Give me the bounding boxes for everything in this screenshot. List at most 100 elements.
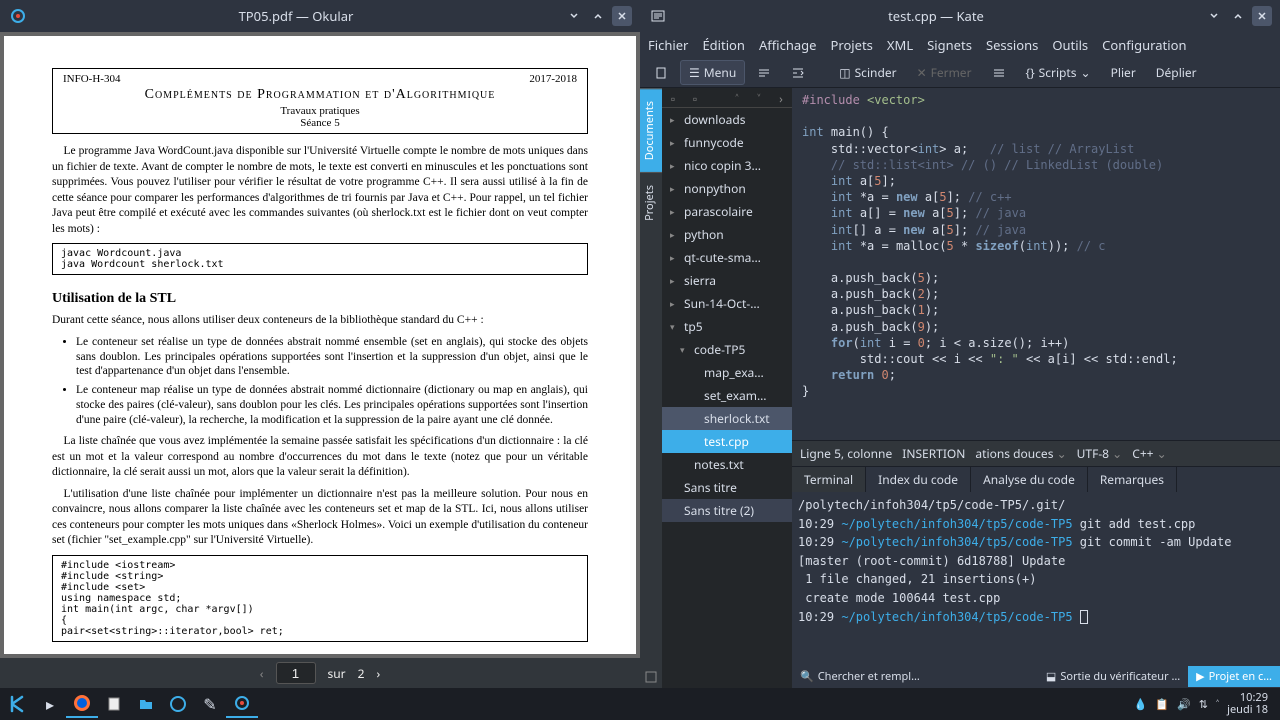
menu-affichage[interactable]: Affichage: [759, 36, 817, 54]
split-button[interactable]: ◫ Scinder: [831, 61, 904, 84]
kate-window: test.cpp — Kate Fichier Édition Affichage P…: [640, 0, 1280, 688]
okular-title: TP05.pdf — Okular: [28, 7, 564, 25]
menu-configuration[interactable]: Configuration: [1102, 36, 1186, 54]
menu-fichier[interactable]: Fichier: [648, 36, 688, 54]
compare-para: L'utilisation d'une liste chaînée pour i…: [52, 487, 588, 549]
tree-item[interactable]: ▸nico copin 3…: [662, 154, 792, 177]
projects-tab[interactable]: Projets: [640, 172, 662, 233]
task-okular-icon[interactable]: [226, 690, 258, 718]
menu-édition[interactable]: Édition: [702, 36, 745, 54]
course-code: INFO-H-304: [63, 73, 120, 85]
side-extra-icon[interactable]: [640, 666, 662, 688]
taskbar-clock[interactable]: 10:29 jeudi 18: [1227, 692, 1268, 716]
verifier-output-button[interactable]: ⬓ Sortie du vérificateur …: [1038, 666, 1188, 687]
wrap-button[interactable]: [749, 63, 779, 83]
current-project-button[interactable]: ▶ Projet en c…: [1188, 666, 1280, 687]
tray-volume-icon[interactable]: 🔊: [1177, 697, 1191, 712]
edit-mode[interactable]: INSERTION: [902, 445, 965, 462]
section-heading: Utilisation de la STL: [52, 291, 588, 307]
task-browser-icon[interactable]: [162, 690, 194, 718]
tree-next-icon[interactable]: ›: [772, 90, 790, 106]
tree-item[interactable]: notes.txt: [662, 453, 792, 476]
tree-new-icon[interactable]: ▫: [664, 90, 682, 106]
minimize-button[interactable]: [564, 6, 584, 26]
bottom-toolbar: 🔍 Chercher et rempl… ⬓ Sortie du vérific…: [792, 664, 1280, 688]
page-input[interactable]: [276, 662, 316, 684]
close-button[interactable]: [1252, 6, 1272, 26]
tree-item[interactable]: ▸Sun-14-Oct-…: [662, 292, 792, 315]
list-button[interactable]: [984, 63, 1014, 83]
tree-item[interactable]: test.cpp: [662, 430, 792, 453]
tree-item[interactable]: Sans titre: [662, 476, 792, 499]
task-desktop-icon[interactable]: ▸: [34, 690, 66, 718]
close-view-button[interactable]: ✕ Fermer: [909, 61, 980, 84]
documents-tab[interactable]: Documents: [640, 88, 662, 172]
tree-down-icon[interactable]: ˅: [750, 90, 768, 106]
encoding[interactable]: UTF-8: [1077, 445, 1123, 462]
new-doc-button[interactable]: [646, 63, 676, 83]
bottom-tab[interactable]: Index du code: [866, 467, 971, 492]
task-files-icon[interactable]: [130, 690, 162, 718]
maximize-button[interactable]: [588, 6, 608, 26]
tree-item[interactable]: ▸downloads: [662, 108, 792, 131]
tray-clipboard-icon[interactable]: 📋: [1155, 697, 1169, 712]
okular-viewport[interactable]: INFO-H-304 2017-2018 Compléments de Prog…: [0, 32, 640, 658]
indent-button[interactable]: [783, 63, 813, 83]
tray-drop-icon[interactable]: 💧: [1134, 697, 1148, 712]
tree-item[interactable]: sherlock.txt: [662, 407, 792, 430]
doc-subtitle2: Séance 5: [63, 117, 577, 129]
search-replace-button[interactable]: 🔍 Chercher et rempl…: [792, 666, 928, 687]
task-edit-icon[interactable]: ✎: [194, 690, 226, 718]
tree-item[interactable]: ▸qt-cute-sma…: [662, 246, 792, 269]
menu-outils[interactable]: Outils: [1052, 36, 1088, 54]
kde-launcher[interactable]: [4, 690, 34, 718]
close-button[interactable]: [612, 6, 632, 26]
tree-item[interactable]: ▸python: [662, 223, 792, 246]
kate-statusbar: Ligne 5, colonne INSERTION ations douces…: [792, 440, 1280, 466]
stl-intro: Durant cette séance, nous allons utilise…: [52, 313, 588, 329]
indent-mode[interactable]: ations douces: [975, 445, 1066, 462]
kate-titlebar: test.cpp — Kate: [640, 0, 1280, 32]
map-bullet: Le conteneur map réalise un type de donn…: [76, 383, 588, 428]
syntax-lang[interactable]: C++: [1132, 445, 1167, 462]
menu-sessions[interactable]: Sessions: [986, 36, 1038, 54]
bottom-tab[interactable]: Terminal: [792, 467, 866, 492]
menu-button[interactable]: ☰ Menu: [680, 60, 745, 85]
next-page-button[interactable]: ›: [377, 665, 381, 682]
terminal-panel[interactable]: /polytech/infoh304/tp5/code-TP5/.git/ 10…: [792, 492, 1280, 664]
menu-xml[interactable]: XML: [887, 36, 913, 54]
bottom-tab[interactable]: Remarques: [1088, 467, 1177, 492]
tray-expand-icon[interactable]: ˄: [1216, 697, 1219, 712]
menu-signets[interactable]: Signets: [927, 36, 972, 54]
tree-up-icon[interactable]: ˄: [728, 90, 746, 106]
tree-item[interactable]: ▸parascolaire: [662, 200, 792, 223]
tree-item[interactable]: Sans titre (2): [662, 499, 792, 522]
task-firefox-icon[interactable]: [66, 690, 98, 718]
prev-page-button[interactable]: ‹: [260, 665, 264, 682]
menu-projets[interactable]: Projets: [830, 36, 872, 54]
cursor-pos[interactable]: Ligne 5, colonne: [800, 445, 892, 462]
kate-title: test.cpp — Kate: [668, 7, 1204, 25]
bottom-tab[interactable]: Analyse du code: [971, 467, 1088, 492]
tree-item[interactable]: ▸nonpython: [662, 177, 792, 200]
okular-app-icon: [8, 6, 28, 26]
tray-network-icon[interactable]: ⇅: [1199, 697, 1208, 712]
bottom-tabs: TerminalIndex du codeAnalyse du codeRema…: [792, 466, 1280, 492]
tree-item[interactable]: ▸sierra: [662, 269, 792, 292]
scripts-button[interactable]: {} Scripts ⌄: [1018, 61, 1099, 84]
tree-item[interactable]: ▾tp5: [662, 315, 792, 338]
okular-statusbar: ‹ sur 2 ›: [0, 658, 640, 688]
unfold-button[interactable]: Déplier: [1148, 61, 1205, 84]
task-notes-icon[interactable]: [98, 690, 130, 718]
tree-item[interactable]: set_exam…: [662, 384, 792, 407]
maximize-button[interactable]: [1228, 6, 1248, 26]
minimize-button[interactable]: [1204, 6, 1224, 26]
tree-item[interactable]: ▸funnycode: [662, 131, 792, 154]
fold-button[interactable]: Plier: [1103, 61, 1144, 84]
tree-item[interactable]: map_exa…: [662, 361, 792, 384]
pdf-page: INFO-H-304 2017-2018 Compléments de Prog…: [4, 36, 636, 654]
okular-titlebar: TP05.pdf — Okular: [0, 0, 640, 32]
tree-item[interactable]: ▾code-TP5: [662, 338, 792, 361]
tree-save-icon[interactable]: ▫: [686, 90, 704, 106]
code-editor[interactable]: #include <vector> int main() { std::vect…: [792, 88, 1280, 440]
